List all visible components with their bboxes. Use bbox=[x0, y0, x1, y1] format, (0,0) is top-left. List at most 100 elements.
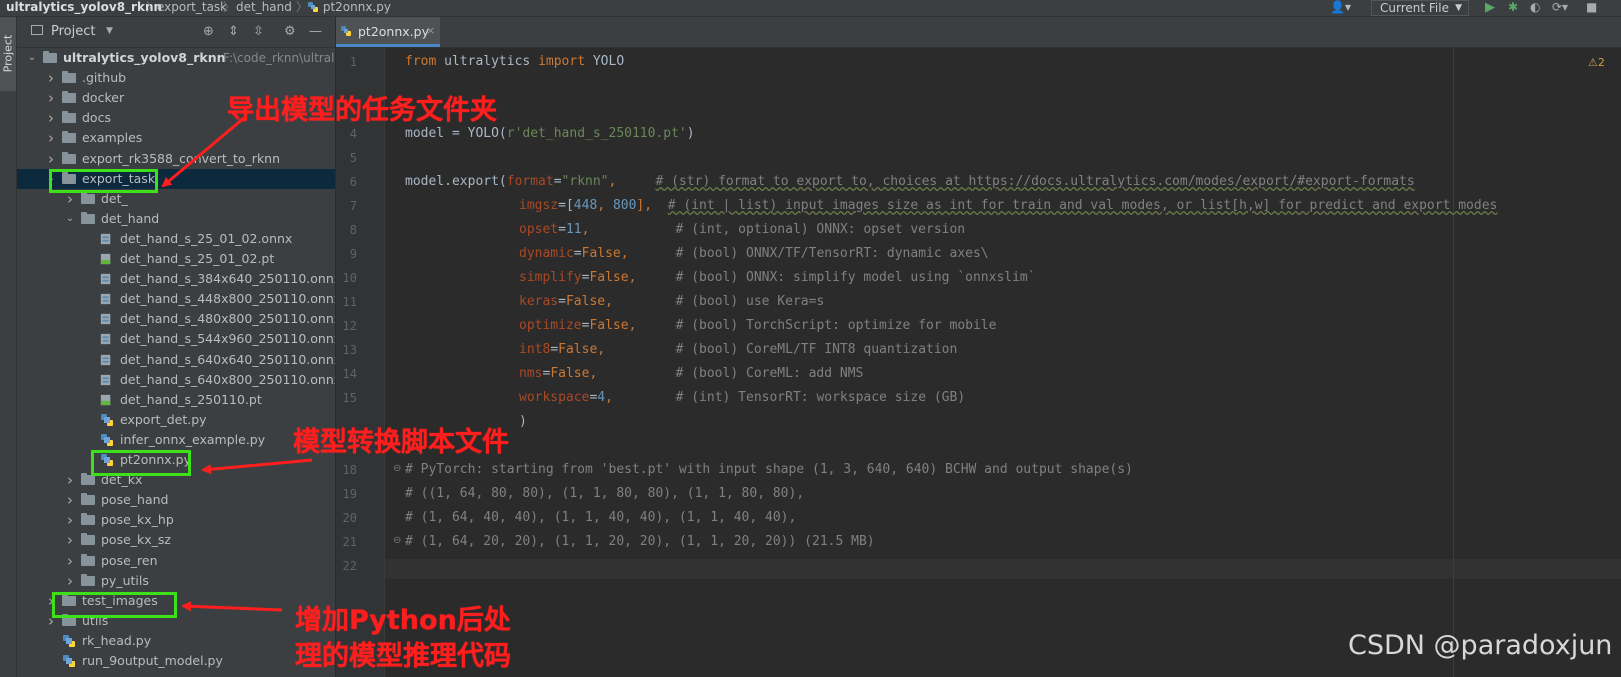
tree-item-det-hand-s-25-01-02-pt[interactable]: det_hand_s_25_01_02.pt bbox=[17, 249, 335, 269]
tree-item-label: det_hand_s_544x960_250110.onnx bbox=[120, 331, 335, 347]
project-tool-window-tab[interactable]: Project bbox=[0, 17, 16, 91]
tree-item-label: .github bbox=[82, 70, 127, 86]
code-token: model = YOLO( bbox=[405, 126, 507, 141]
tree-item-examples[interactable]: › examples bbox=[17, 128, 335, 148]
code-line-16[interactable]: ) bbox=[519, 413, 527, 431]
tree-item-label: docs bbox=[82, 110, 111, 126]
chevron-right-icon[interactable]: › bbox=[65, 470, 75, 490]
breadcrumb-separator-icon: 〉 bbox=[223, 0, 236, 14]
code-line-21[interactable]: # (1, 64, 20, 20), (1, 1, 20, 20), (1, 1… bbox=[405, 533, 875, 551]
chevron-right-icon[interactable]: › bbox=[65, 530, 75, 550]
chevron-right-icon[interactable]: › bbox=[46, 108, 56, 128]
code-line-12[interactable]: optimize=False, # (bool) TorchScript: op… bbox=[519, 317, 996, 335]
tree-item-pose-hand[interactable]: › pose_hand bbox=[17, 490, 335, 510]
debug-icon[interactable]: ✱ bbox=[1508, 0, 1518, 15]
project-panel-title[interactable]: Project bbox=[51, 24, 95, 39]
collapse-all-icon[interactable]: ⇳ bbox=[253, 24, 264, 39]
tree-item-export-det-py[interactable]: export_det.py bbox=[17, 410, 335, 430]
breadcrumb-folder-det-hand[interactable]: det_hand bbox=[236, 0, 292, 15]
annotation-postprocess-line2: 理的模型推理代码 bbox=[295, 641, 511, 672]
folder-icon bbox=[62, 91, 76, 104]
hide-panel-icon[interactable]: — bbox=[309, 24, 322, 39]
warning-indicator[interactable]: ⚠2 bbox=[1588, 56, 1605, 69]
tree-item-ultralytics-yolov8-rknn[interactable]: ⌄ ultralytics_yolov8_rknn F:\code_rknn\ult… bbox=[17, 48, 335, 68]
tree-item-infer-onnx-example-py[interactable]: infer_onnx_example.py bbox=[17, 430, 335, 450]
code-token: dynamic bbox=[519, 246, 574, 261]
code-comment: # ((1, 64, 80, 80), (1, 1, 80, 80), (1, … bbox=[405, 486, 805, 501]
code-line-6[interactable]: model.export(format="rknn", # (str) form… bbox=[405, 173, 1415, 191]
tree-item-label: det_hand_s_25_01_02.pt bbox=[120, 251, 275, 266]
code-line-1[interactable]: from ultralytics import YOLO bbox=[405, 53, 624, 71]
tree-item-run-9output-model-py[interactable]: run_9output_model.py bbox=[17, 651, 335, 671]
fold-marker-icon[interactable]: ⊖ bbox=[393, 535, 401, 546]
breadcrumb-file[interactable]: pt2onnx.py bbox=[307, 0, 391, 15]
gear-icon[interactable]: ⚙ bbox=[284, 24, 296, 39]
tree-item-py-utils[interactable]: › py_utils bbox=[17, 571, 335, 591]
expand-all-icon[interactable]: ⇕ bbox=[228, 24, 239, 39]
tree-item-label: run_9output_model.py bbox=[82, 653, 223, 668]
code-line-20[interactable]: # (1, 64, 40, 40), (1, 1, 40, 40), (1, 1… bbox=[405, 509, 796, 527]
chevron-right-icon[interactable]: › bbox=[65, 490, 75, 510]
tree-item-label: docker bbox=[82, 90, 125, 106]
locate-file-icon[interactable]: ⊕ bbox=[203, 24, 214, 39]
tree-item-pose-ren[interactable]: › pose_ren bbox=[17, 551, 335, 571]
tree-item-det-hand-s-25-01-02-onnx[interactable]: det_hand_s_25_01_02.onnx bbox=[17, 229, 335, 249]
tree-item-det-hand-s-384x640-250110-onnx[interactable]: det_hand_s_384x640_250110.onnx bbox=[17, 269, 335, 289]
code-token: keras bbox=[519, 294, 559, 309]
tree-item-det-hand-s-250110-pt[interactable]: det_hand_s_250110.pt bbox=[17, 390, 335, 410]
run-configuration-select[interactable]: Current File ▼ bbox=[1371, 0, 1469, 16]
chevron-right-icon[interactable]: › bbox=[65, 571, 75, 591]
tree-item-det-hand-s-480x800-250110-onnx[interactable]: det_hand_s_480x800_250110.onnx bbox=[17, 309, 335, 329]
code-line-4[interactable]: model = YOLO(r'det_hand_s_250110.pt') bbox=[405, 125, 695, 143]
code-line-14[interactable]: nms=False, # (bool) CoreML: add NMS bbox=[519, 365, 863, 383]
code-line-7[interactable]: imgsz=[448, 800], # (int | list) input i… bbox=[519, 197, 1497, 215]
run-icon[interactable]: ▶ bbox=[1485, 0, 1495, 15]
chevron-right-icon[interactable]: › bbox=[46, 128, 56, 148]
tree-item-pose-kx-sz[interactable]: › pose_kx_sz bbox=[17, 530, 335, 550]
chevron-right-icon[interactable]: › bbox=[65, 510, 75, 530]
coverage-icon[interactable]: ◐ bbox=[1530, 0, 1540, 15]
breadcrumb-project[interactable]: ultralytics_yolov8_rknn bbox=[6, 0, 162, 15]
code-comment: # (bool) TorchScript: optimize for mobil… bbox=[675, 318, 997, 333]
code-line-11[interactable]: keras=False, # (bool) use Kera=s bbox=[519, 293, 824, 311]
code-comment: # (bool) use Kera=s bbox=[675, 294, 825, 309]
tree-item-github[interactable]: › .github bbox=[17, 68, 335, 88]
chevron-right-icon[interactable]: › bbox=[46, 149, 56, 169]
code-comment: # PyTorch: starting from 'best.pt' with … bbox=[405, 462, 1133, 477]
code-line-10[interactable]: simplify=False, # (bool) ONNX: simplify … bbox=[519, 269, 1036, 287]
chevron-down-icon[interactable]: ▼ bbox=[106, 26, 113, 36]
chevron-right-icon[interactable]: › bbox=[65, 551, 75, 571]
tree-item-rk-head-py[interactable]: rk_head.py bbox=[17, 631, 335, 651]
tree-item-det-hand-s-640x640-250110-onnx[interactable]: det_hand_s_640x640_250110.onnx bbox=[17, 350, 335, 370]
code-line-13[interactable]: int8=False, # (bool) CoreML/TF INT8 quan… bbox=[519, 341, 957, 359]
tree-item-det-hand[interactable]: ⌄ det_hand bbox=[17, 209, 335, 229]
tree-item-det-hand-s-544x960-250110-onnx[interactable]: det_hand_s_544x960_250110.onnx bbox=[17, 329, 335, 349]
stop-icon[interactable]: ■ bbox=[1586, 0, 1597, 15]
folder-icon bbox=[81, 573, 95, 586]
chevron-right-icon[interactable]: › bbox=[46, 88, 56, 108]
close-icon[interactable]: × bbox=[426, 24, 435, 37]
tree-item-det-hand-s-448x800-250110-onnx[interactable]: det_hand_s_448x800_250110.onnx bbox=[17, 289, 335, 309]
line-number: 10 bbox=[342, 271, 357, 285]
chevron-right-icon[interactable]: › bbox=[46, 68, 56, 88]
code-line-15[interactable]: workspace=4, # (int) TensorRT: workspace… bbox=[519, 389, 965, 407]
code-token: ) bbox=[519, 414, 527, 429]
code-line-18[interactable]: # PyTorch: starting from 'best.pt' with … bbox=[405, 461, 1133, 479]
line-number: 20 bbox=[342, 511, 357, 525]
fold-marker-icon[interactable]: ⊖ bbox=[393, 463, 401, 474]
profile-icon[interactable]: ⟳▾ bbox=[1552, 0, 1568, 15]
breadcrumb-folder-export-task[interactable]: export_task bbox=[157, 0, 227, 15]
code-line-9[interactable]: dynamic=False, # (bool) ONNX/TF/TensorRT… bbox=[519, 245, 989, 263]
onnx-file-icon bbox=[100, 334, 111, 345]
tree-item-label: det_hand_s_384x640_250110.onnx bbox=[120, 271, 335, 287]
onnx-file-icon bbox=[100, 374, 111, 385]
chevron-down-icon[interactable]: ⌄ bbox=[65, 209, 75, 229]
code-line-19[interactable]: # ((1, 64, 80, 80), (1, 1, 80, 80), (1, … bbox=[405, 485, 804, 503]
tree-item-export-rk3588-convert-to-rknn[interactable]: › export_rk3588_convert_to_rknn bbox=[17, 149, 335, 169]
code-line-8[interactable]: opset=11, # (int, optional) ONNX: opset … bbox=[519, 221, 965, 239]
tree-item-pose-kx-hp[interactable]: › pose_kx_hp bbox=[17, 510, 335, 530]
tree-item-det-hand-s-640x800-250110-onnx[interactable]: det_hand_s_640x800_250110.onnx bbox=[17, 370, 335, 390]
chevron-down-icon[interactable]: ⌄ bbox=[27, 48, 37, 68]
editor-tab-pt2onnx[interactable]: pt2onnx.py × bbox=[336, 17, 440, 47]
user-account-icon[interactable]: 👤▾ bbox=[1330, 0, 1351, 14]
